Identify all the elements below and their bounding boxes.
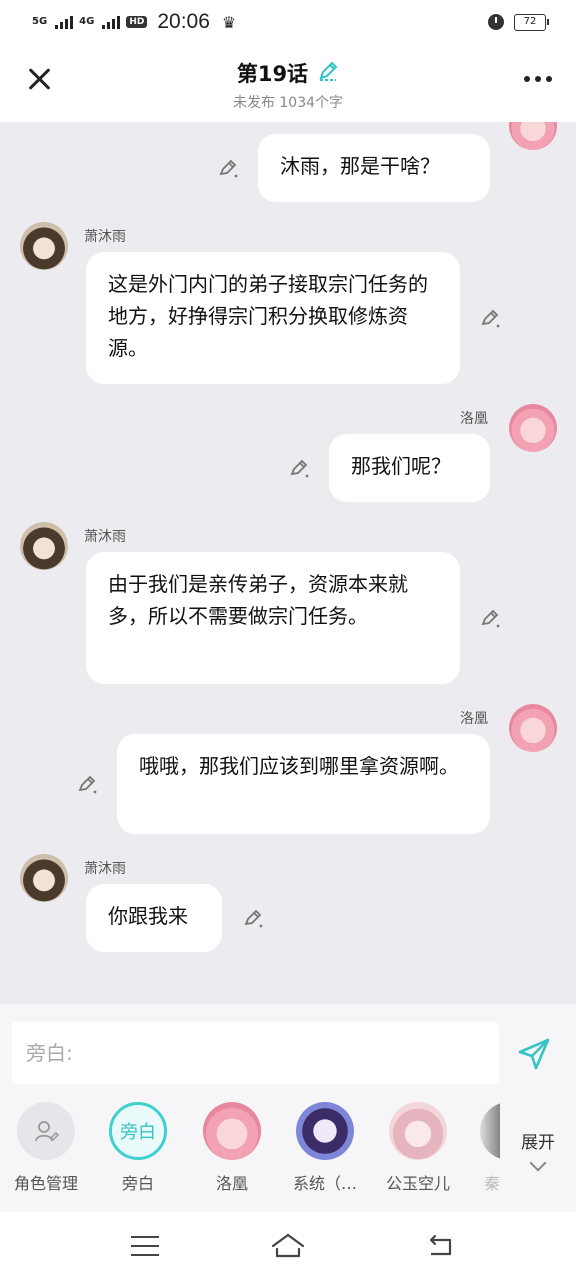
word-count-status: 未发布 1034个字 [232, 95, 344, 111]
edit-pen-icon[interactable] [76, 774, 98, 796]
message-bubble[interactable]: 你跟我来 [86, 884, 222, 952]
message-bubble[interactable]: 哦哦，那我们应该到哪里拿资源啊。 [117, 734, 490, 834]
edit-pen-icon[interactable] [217, 158, 239, 180]
narration-input-box[interactable] [12, 1022, 499, 1084]
role-narrator[interactable]: 旁白 旁白 [92, 1102, 184, 1194]
status-left: 5G 4G HD 20:06 ♛ [32, 10, 236, 34]
role-manage-icon [17, 1102, 75, 1160]
speaker-name: 萧沐雨 [84, 861, 126, 877]
signal-icon [55, 15, 74, 29]
xiao-avatar[interactable] [20, 854, 68, 902]
message-bubble[interactable]: 这是外门内门的弟子接取宗门任务的地方，好挣得宗门积分换取修炼资源。 [86, 252, 460, 384]
crown-icon: ♛ [221, 12, 237, 32]
status-right: 72 [488, 13, 549, 31]
partial-avatar [480, 1102, 500, 1160]
role-label: 旁白 [121, 1174, 154, 1193]
message-bubble[interactable]: 那我们呢？ [329, 434, 490, 502]
pink-avatar[interactable] [509, 704, 557, 752]
edit-title-icon[interactable] [317, 60, 339, 86]
edit-pen-icon[interactable] [242, 908, 264, 930]
system-avatar [296, 1102, 354, 1160]
role-label: 角色管理 [13, 1174, 78, 1193]
battery-icon: 72 [514, 13, 549, 31]
speaker-name: 萧沐雨 [84, 229, 126, 245]
send-button[interactable] [514, 1034, 554, 1074]
speaker-name: 洛凰 [460, 711, 488, 727]
role-label: 洛凰 [215, 1174, 248, 1193]
back-icon [429, 1234, 452, 1256]
menu-nav-button[interactable] [131, 1236, 159, 1256]
role-label: 系统（… [292, 1174, 357, 1193]
home-nav-button[interactable] [270, 1230, 306, 1260]
more-options-button[interactable] [524, 76, 552, 82]
pink-avatar[interactable] [509, 122, 557, 150]
chat-area[interactable]: 沐雨，那是干啥？ 萧沐雨 这是外门内门的弟子接取宗门任务的地方，好挣得宗门积分换… [0, 122, 576, 1004]
hd-badge: HD [126, 16, 148, 28]
gongyu-avatar [389, 1102, 447, 1160]
signal-icon [102, 15, 121, 29]
expand-button[interactable]: 展开 [510, 1128, 566, 1172]
clock: 20:06 [157, 10, 210, 33]
role-selector: 角色管理 旁白 旁白 洛凰 系统（… 公玉空儿 秦 展开 [0, 1102, 576, 1202]
role-label: 秦 [484, 1174, 500, 1193]
expand-label: 展开 [521, 1133, 555, 1153]
role-label: 公玉空儿 [385, 1174, 450, 1193]
role-manage-button[interactable]: 角色管理 [0, 1102, 92, 1194]
role-partial[interactable]: 秦 [466, 1102, 500, 1194]
chevron-down-icon [529, 1154, 547, 1172]
page-title: 第19话 [236, 62, 309, 86]
back-nav-button[interactable] [425, 1230, 455, 1260]
role-system[interactable]: 系统（… [279, 1102, 371, 1194]
role-gongyu[interactable]: 公玉空儿 [372, 1102, 464, 1194]
narration-input[interactable] [12, 1022, 499, 1084]
speaker-name: 洛凰 [460, 411, 488, 427]
status-bar: 5G 4G HD 20:06 ♛ 72 [0, 0, 576, 44]
header: 第19话 未发布 1034个字 [0, 44, 576, 122]
edit-pen-icon[interactable] [288, 458, 310, 480]
message-bubble[interactable]: 沐雨，那是干啥？ [258, 134, 490, 202]
xiao-avatar[interactable] [20, 522, 68, 570]
luohuang-avatar [203, 1102, 261, 1160]
send-icon [518, 1038, 550, 1070]
network-4g-label: 4G [79, 16, 95, 27]
composer-panel: 角色管理 旁白 旁白 洛凰 系统（… 公玉空儿 秦 展开 [0, 1004, 576, 1212]
xiao-avatar[interactable] [20, 222, 68, 270]
network-5g-label: 5G [32, 16, 48, 27]
narrator-badge: 旁白 [109, 1102, 167, 1160]
home-icon [271, 1233, 305, 1258]
pink-avatar[interactable] [509, 404, 557, 452]
message-bubble[interactable]: 由于我们是亲传弟子，资源本来就多，所以不需要做宗门任务。 [86, 552, 460, 684]
role-luohuang[interactable]: 洛凰 [186, 1102, 278, 1194]
alarm-icon [488, 14, 504, 30]
title-wrap: 第19话 [0, 58, 576, 88]
system-nav-bar [0, 1212, 576, 1280]
edit-pen-icon[interactable] [479, 308, 501, 330]
speaker-name: 萧沐雨 [84, 529, 126, 545]
edit-pen-icon[interactable] [479, 608, 501, 630]
